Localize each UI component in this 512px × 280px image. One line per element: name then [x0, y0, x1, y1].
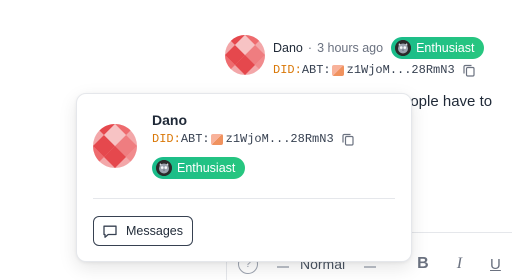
- enthusiast-badge: Enthusiast: [152, 157, 246, 179]
- comment-did: DID: ABT: z1WjoM...28RmN3: [273, 63, 475, 77]
- bold-button[interactable]: B: [417, 255, 429, 273]
- badge-label: Enthusiast: [177, 161, 236, 175]
- header-separator: ·: [307, 41, 313, 55]
- did-prefix: DID:: [152, 132, 181, 146]
- badge-label: Enthusiast: [416, 41, 475, 55]
- enthusiast-badge: Enthusiast: [391, 37, 485, 59]
- popover-avatar[interactable]: [93, 124, 137, 168]
- user-profile-popover: Dano DID: ABT: z1WjoM...28RmN3 Enthusias…: [76, 93, 412, 262]
- copy-icon[interactable]: [342, 133, 354, 146]
- popover-did: DID: ABT: z1WjoM...28RmN3: [152, 132, 354, 146]
- comment-body-text: eople have to: [402, 93, 493, 110]
- owl-medal-icon: [395, 40, 412, 56]
- did-method: ABT:: [301, 63, 331, 77]
- copy-icon[interactable]: [463, 64, 475, 77]
- italic-button[interactable]: I: [457, 255, 462, 273]
- comment-author-name[interactable]: Dano: [273, 41, 303, 55]
- did-prefix: DID:: [273, 63, 302, 77]
- comment-header: Dano · 3 hours ago Enthusiast: [273, 37, 485, 59]
- hands-emoji-icon: [210, 133, 223, 145]
- messages-button[interactable]: Messages: [93, 216, 193, 246]
- did-address: z1WjoM...28RmN3: [225, 132, 334, 146]
- messages-button-label: Messages: [126, 224, 183, 238]
- comment-author-avatar[interactable]: [225, 35, 265, 75]
- popover-user-name: Dano: [152, 112, 187, 128]
- message-icon: [102, 224, 118, 239]
- page: Dano · 3 hours ago Enthusiast DID: ABT: …: [0, 0, 512, 280]
- comment-timestamp: 3 hours ago: [317, 41, 384, 55]
- underline-button[interactable]: U: [490, 256, 501, 273]
- popover-divider: [93, 198, 395, 199]
- owl-medal-icon: [156, 160, 172, 176]
- hands-emoji-icon: [331, 64, 344, 76]
- did-method: ABT:: [180, 132, 210, 146]
- did-address: z1WjoM...28RmN3: [346, 63, 455, 77]
